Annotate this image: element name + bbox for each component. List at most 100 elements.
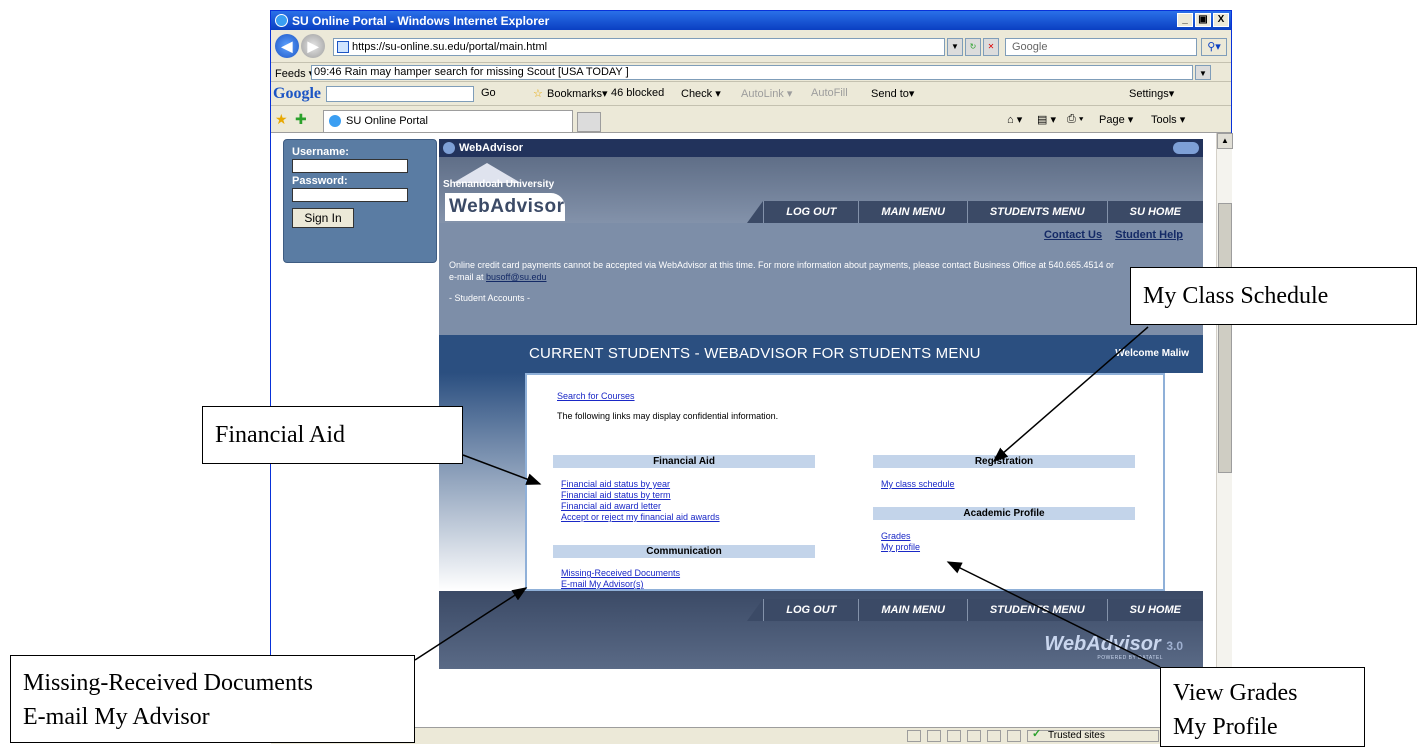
list-item[interactable]: Financial aid status by year [561,479,720,490]
search-input[interactable]: Google [1005,38,1197,56]
financial-aid-list: Financial aid status by year Financial a… [561,479,720,523]
welcome-text: Welcome Maliw [1115,348,1189,359]
tab-ie-icon [329,115,341,127]
search-courses-link[interactable]: Search for Courses [557,391,635,402]
feeds-bar: Feeds ▾ 09:46 Rain may hamper search for… [271,64,1231,82]
feeds-menu[interactable]: Feeds ▾ [275,67,314,80]
scroll-up-arrow-icon[interactable]: ▲ [1217,133,1233,149]
browser-window: SU Online Portal - Windows Internet Expl… [270,10,1233,744]
footer-brand: WebAdvisor 3.0 [1044,633,1183,656]
tools-menu[interactable]: Tools ▾ [1151,113,1185,126]
status-cell [1007,730,1021,742]
list-item[interactable]: Financial aid award letter [561,501,720,512]
student-help-link[interactable]: Student Help [1115,229,1183,241]
main-menu-link[interactable]: MAIN MENU [858,201,967,223]
students-menu-link[interactable]: STUDENTS MENU [966,201,1107,223]
feeds-dropdown-button[interactable]: ▼ [1195,65,1211,80]
list-item[interactable]: Financial aid status by term [561,490,720,501]
list-item[interactable]: My class schedule [881,479,955,490]
send-to-button[interactable]: Send to▾ [871,87,914,100]
webadvisor-footer: LOG OUT MAIN MENU STUDENTS MENU SU HOME … [439,591,1203,669]
autolink-button[interactable]: AutoLink ▾ [741,87,792,100]
sign-in-button[interactable]: Sign In [292,208,354,228]
menu-title-band: CURRENT STUDENTS - WEBADVISOR FOR STUDEN… [439,335,1203,373]
log-out-link[interactable]: LOG OUT [763,599,859,621]
list-item[interactable]: Accept or reject my financial aid awards [561,512,720,523]
spellcheck-button[interactable]: Check ▾ [681,87,721,100]
students-menu-link[interactable]: STUDENTS MENU [966,599,1107,621]
security-zone[interactable]: ✓ Trusted sites [1027,729,1159,742]
home-icon[interactable]: ⌂ ▾ [1007,113,1022,126]
notice-area: Contact Us Student Help Online credit ca… [439,223,1203,335]
tab-su-online-portal[interactable]: SU Online Portal [323,110,573,132]
news-ticker[interactable]: 09:46 Rain may hamper search for missing… [311,65,1193,80]
list-item[interactable]: Grades [881,531,920,542]
url-dropdown-button[interactable]: ▼ [947,38,963,56]
status-cell [967,730,981,742]
collapse-icon[interactable] [443,142,455,154]
vertical-scrollbar[interactable]: ▲ [1216,133,1233,727]
google-search-input[interactable] [326,86,474,102]
window-controls-icon[interactable] [1173,142,1199,154]
login-box: Username: Password: Sign In [283,139,437,263]
status-cell [947,730,961,742]
print-icon[interactable]: ⎙ ▾ [1067,113,1083,126]
top-nav: LOG OUT MAIN MENU STUDENTS MENU SU HOME [747,201,1203,223]
callout-line: My Profile [1173,714,1278,740]
main-menu-link[interactable]: MAIN MENU [858,599,967,621]
back-arrow-icon[interactable]: ◀ [275,34,299,58]
callout-line: View Grades [1173,680,1298,706]
list-item[interactable]: E-mail My Advisor(s) [561,579,680,590]
forward-arrow-icon[interactable]: ▶ [301,34,325,58]
minimize-button[interactable]: _ [1177,13,1193,27]
autofill-button[interactable]: AutoFill [811,87,848,99]
academic-profile-header: Academic Profile [873,507,1135,520]
academic-profile-list: Grades My profile [881,531,920,553]
contact-us-link[interactable]: Contact Us [1044,229,1102,241]
su-home-link[interactable]: SU HOME [1106,599,1203,621]
window-title: SU Online Portal - Windows Internet Expl… [292,13,550,28]
url-text: https://su-online.su.edu/portal/main.htm… [352,41,548,53]
email-link[interactable]: busoff@su.edu [486,272,547,282]
bookmarks-menu[interactable]: Bookmarks▾ [547,87,608,100]
close-button[interactable]: X [1213,13,1229,27]
log-out-link[interactable]: LOG OUT [763,201,859,223]
footer-version: 3.0 [1166,639,1183,653]
callout-grades-profile: View Grades My Profile [1160,667,1365,747]
new-tab-button[interactable] [577,112,601,132]
internet-explorer-icon [275,14,288,27]
payment-notice: Online credit card payments cannot be ac… [449,259,1149,283]
webadvisor-banner: Shenandoah University WebAdvisor LOG OUT… [439,157,1203,223]
refresh-icon[interactable]: ↻ [965,38,981,56]
password-label: Password: [292,175,348,187]
zone-label: Trusted sites [1048,730,1105,741]
favorites-star-icon[interactable]: ★ [275,111,288,128]
username-label: Username: [292,146,349,158]
stop-icon[interactable]: ✕ [983,38,999,56]
page-menu[interactable]: Page ▾ [1099,113,1133,126]
popup-blocker[interactable]: 46 blocked [611,87,664,99]
go-button[interactable]: Go [481,87,496,99]
settings-menu[interactable]: Settings▾ [1129,87,1174,100]
list-item[interactable]: Missing-Received Documents [561,568,680,579]
registration-header: Registration [873,455,1135,468]
page-icon [337,41,349,53]
webadvisor-portlet: WebAdvisor Shenandoah University WebAdvi… [439,139,1203,679]
communication-list: Missing-Received Documents E-mail My Adv… [561,568,680,590]
add-favorites-icon[interactable]: ✚ [295,111,307,128]
su-home-link[interactable]: SU HOME [1106,201,1203,223]
registration-list: My class schedule [881,479,955,490]
url-field[interactable]: https://su-online.su.edu/portal/main.htm… [333,38,945,56]
google-logo: Google [273,85,321,102]
maximize-button[interactable]: ▣ [1195,13,1211,27]
callout-line: E-mail My Advisor [23,704,210,730]
search-icon[interactable]: ⚲▾ [1201,38,1227,56]
help-links: Contact Us Student Help [1034,229,1183,241]
username-field[interactable] [292,159,408,173]
notice-line-1: Online credit card payments cannot be ac… [449,260,1115,270]
scroll-thumb[interactable] [1218,203,1232,473]
password-field[interactable] [292,188,408,202]
list-item[interactable]: My profile [881,542,920,553]
communication-header: Communication [553,545,815,558]
feeds-icon[interactable]: ▤ ▾ [1037,113,1056,126]
